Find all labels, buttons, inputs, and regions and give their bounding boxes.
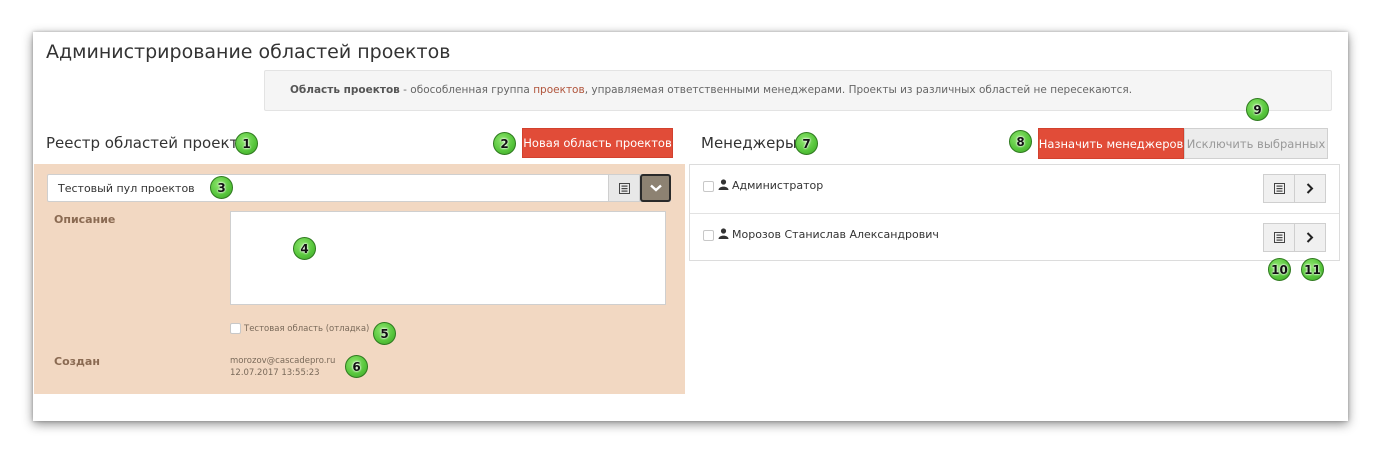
- description-label: Описание: [54, 213, 116, 226]
- registry-title: Реестр областей проектов: [46, 134, 257, 152]
- managers-list: Администратор Морозов Станислав Александ…: [689, 164, 1340, 261]
- page-title: Администрирование областей проектов: [46, 41, 451, 63]
- manager-details-button[interactable]: [1263, 223, 1295, 252]
- annotation-badge: 5: [373, 322, 396, 345]
- manager-details-button[interactable]: [1263, 174, 1295, 203]
- annotation-badge: 1: [235, 132, 258, 155]
- created-by: morozov@cascadepro.ru: [230, 356, 336, 366]
- manager-name: Морозов Станислав Александрович: [732, 228, 939, 241]
- manager-open-button[interactable]: [1294, 223, 1326, 252]
- list-icon: [1273, 232, 1285, 243]
- chevron-down-icon: [649, 184, 662, 192]
- manager-checkbox[interactable]: [703, 181, 714, 192]
- chevron-right-icon: [1306, 232, 1314, 243]
- managers-title: Менеджеры: [701, 134, 797, 152]
- annotation-badge: 9: [1246, 98, 1269, 121]
- annotation-badge: 7: [795, 132, 818, 155]
- manager-open-button[interactable]: [1294, 174, 1326, 203]
- manager-name: Администратор: [732, 179, 824, 192]
- user-icon: [718, 179, 729, 190]
- description-textarea[interactable]: [230, 211, 666, 305]
- test-area-checkbox[interactable]: [230, 323, 241, 334]
- exclude-selected-button[interactable]: Исключить выбранных: [1184, 128, 1328, 159]
- admin-panel: Администрирование областей проектов Обла…: [33, 32, 1348, 421]
- chevron-right-icon: [1306, 183, 1314, 194]
- manager-checkbox[interactable]: [703, 230, 714, 241]
- area-select[interactable]: Тестовый пул проектов: [47, 174, 671, 202]
- annotation-badge: 3: [210, 176, 233, 199]
- info-box: Область проектов - обособленная группа п…: [264, 70, 1332, 111]
- annotation-badge: 4: [293, 237, 316, 260]
- annotation-badge: 11: [1301, 258, 1324, 281]
- info-term: Область проектов: [290, 84, 400, 96]
- list-item: Морозов Станислав Александрович: [690, 213, 1339, 261]
- created-label: Создан: [54, 355, 100, 368]
- projects-link[interactable]: проектов: [533, 84, 585, 96]
- user-icon: [718, 228, 729, 239]
- area-select-value: Тестовый пул проектов: [58, 182, 195, 195]
- info-text-after: , управляемая ответственными менеджерами…: [584, 84, 1133, 96]
- test-area-checkbox-label: Тестовая область (отладка): [244, 324, 370, 334]
- list-item: Администратор: [690, 165, 1339, 213]
- created-at: 12.07.2017 13:55:23: [230, 368, 320, 378]
- new-area-button[interactable]: Новая область проектов: [522, 128, 673, 158]
- annotation-badge: 6: [345, 355, 368, 378]
- annotation-badge: 10: [1268, 258, 1291, 281]
- area-details-button[interactable]: [608, 174, 640, 202]
- assign-managers-button[interactable]: Назначить менеджеров: [1038, 128, 1184, 159]
- test-area-checkbox-row[interactable]: Тестовая область (отладка): [230, 323, 369, 334]
- list-icon: [618, 182, 630, 194]
- area-dropdown-toggle[interactable]: [640, 174, 671, 202]
- annotation-badge: 8: [1009, 130, 1032, 153]
- list-icon: [1273, 183, 1285, 194]
- annotation-badge: 2: [493, 132, 516, 155]
- info-text-before: - обособленная группа: [399, 84, 534, 96]
